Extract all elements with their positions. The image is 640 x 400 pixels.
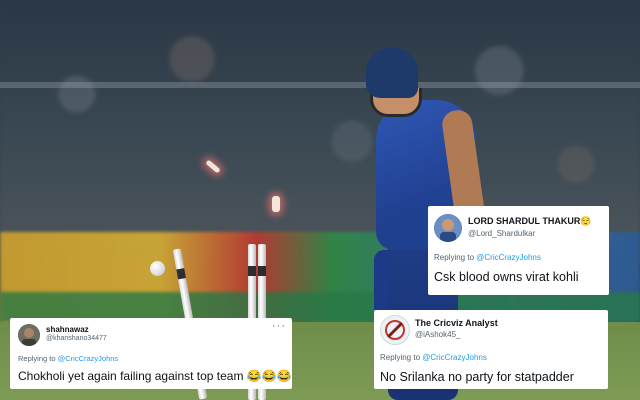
tweet-author-handle[interactable]: @khanshano34477 xyxy=(46,335,107,342)
replying-prefix: Replying to xyxy=(434,253,475,262)
replying-to-link[interactable]: @CricCrazyJohns xyxy=(58,354,119,363)
tweet-author-name[interactable]: shahnawaz xyxy=(46,325,89,334)
cricket-logo-icon xyxy=(381,316,409,344)
tweet-author-handle[interactable]: @iAshok45_ xyxy=(415,330,460,339)
replying-prefix: Replying to xyxy=(380,353,421,362)
tweet-text: Csk blood owns virat kohli xyxy=(434,270,579,284)
replying-prefix: Replying to xyxy=(18,354,56,363)
avatar-portrait-icon xyxy=(434,214,462,242)
tweet-author-name[interactable]: LORD SHARDUL THAKUR😌 xyxy=(468,216,592,227)
stadium-rail xyxy=(0,82,640,88)
tweet-text: No Srilanka no party for statpadder xyxy=(380,370,574,384)
replying-to-link[interactable]: @CricCrazyJohns xyxy=(476,253,541,262)
batting-helmet xyxy=(366,48,418,98)
replying-to-line: Replying to @CricCrazyJohns xyxy=(18,354,118,363)
cricket-ball xyxy=(150,261,165,276)
replying-to-line: Replying to @CricCrazyJohns xyxy=(380,353,487,362)
flying-bail xyxy=(272,196,280,212)
tweet-card[interactable]: The Cricviz Analyst @iAshok45_ Replying … xyxy=(374,310,608,389)
tweet-author-name[interactable]: The Cricviz Analyst xyxy=(415,318,498,328)
avatar[interactable] xyxy=(18,324,40,346)
replying-to-line: Replying to @CricCrazyJohns xyxy=(434,253,541,262)
tweet-card[interactable]: LORD SHARDUL THAKUR😌 @Lord_Shardulkar Re… xyxy=(428,206,609,295)
avatar[interactable] xyxy=(434,214,462,242)
crowd-background xyxy=(0,0,640,235)
tweet-text: Chokholi yet again failing against top t… xyxy=(18,369,292,383)
replying-to-link[interactable]: @CricCrazyJohns xyxy=(422,353,487,362)
more-options-icon[interactable]: ··· xyxy=(272,320,286,332)
tweet-card[interactable]: shahnawaz @khanshano34477 ··· Replying t… xyxy=(10,318,292,389)
tweet-author-handle[interactable]: @Lord_Shardulkar xyxy=(468,229,535,238)
avatar-portrait-icon xyxy=(18,324,40,346)
avatar[interactable] xyxy=(380,315,410,345)
